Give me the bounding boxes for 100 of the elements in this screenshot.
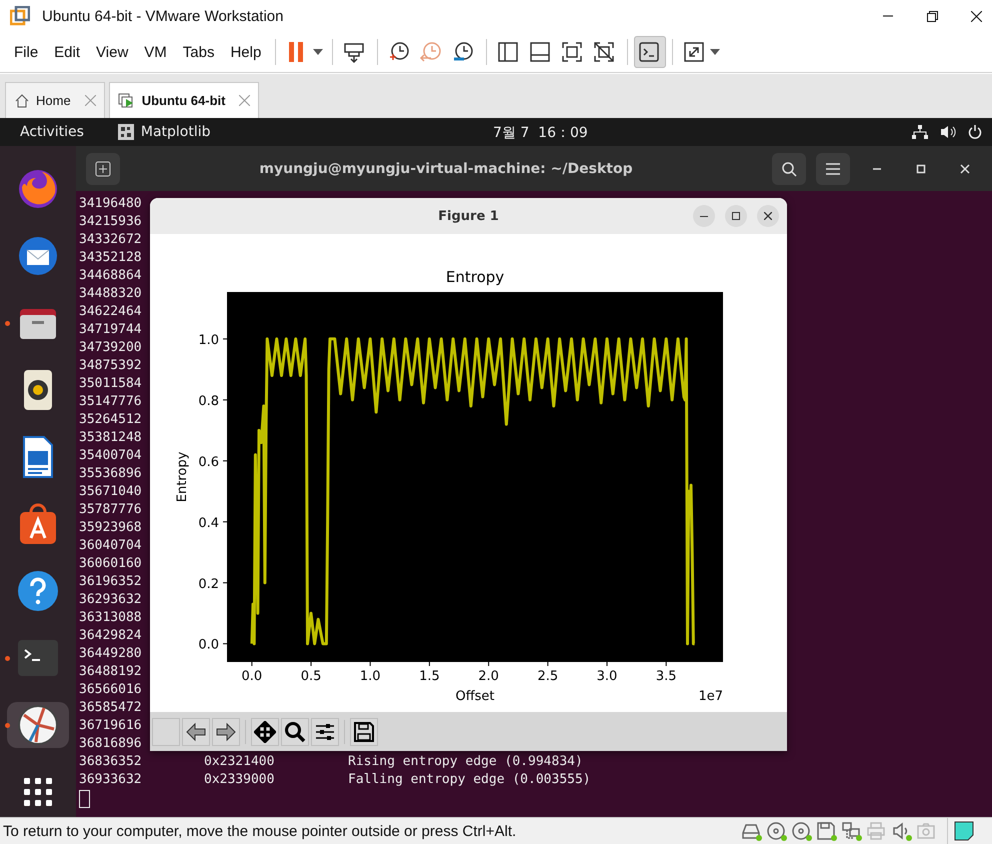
tab[interactable]: Ubuntu 64-bit [108,82,260,118]
terminal-text: 36836352 [79,753,142,771]
terminal-text: 36449280 [79,645,142,663]
chart-wheel-icon [16,703,60,747]
terminal-text: Falling entropy edge (0.003555) [348,771,591,789]
window-title: Ubuntu 64-bit - VMware Workstation [42,8,284,24]
new-tab-button[interactable] [86,152,120,184]
caret-icon [313,49,324,55]
device-status[interactable] [766,821,786,841]
close-icon [960,164,970,174]
power-icon [968,125,982,139]
dock-item[interactable] [7,702,69,748]
close-tab-button[interactable] [84,95,96,106]
app-name[interactable]: Matplotlib [140,124,211,140]
plot-tool-button[interactable] [251,718,279,746]
terminal-text: 36566016 [79,681,142,699]
panel-icon [528,40,552,64]
restore-icon [926,10,938,22]
terminal-text: 36040704 [79,537,142,555]
terminal-text: 36719616 [79,717,142,735]
terminal-text: 36933632 [79,771,142,789]
network-icon [841,821,861,841]
disc-icon [791,821,811,841]
sidebar-icon [496,40,520,64]
terminal-text: 36060160 [79,555,142,573]
search-icon [284,720,306,742]
network-icon [912,125,928,139]
terminal-text: 34332672 [79,231,142,249]
terminal-text: 34739200 [79,339,142,357]
terminal-text: 34719744 [79,321,142,339]
plot-tool-button[interactable] [212,718,240,746]
caret-icon [710,49,720,55]
search-icon [781,160,797,176]
minimize-icon [872,168,882,170]
left-arrow-icon [185,720,207,742]
menu-item[interactable]: Edit [46,40,88,64]
menu-item[interactable]: VM [136,40,175,64]
toolbar-button[interactable] [634,36,666,68]
menu-item[interactable]: Tabs [174,40,222,64]
terminal-text: 34196480 [79,195,142,213]
device-status[interactable] [791,821,811,841]
crossed-window-icon [592,40,616,64]
clock[interactable]: 7월 7 16：09 [493,124,588,142]
maximize-icon [916,164,926,174]
terminal-text: 34875392 [79,357,142,375]
chart-title: Entropy [446,268,504,286]
plot-tool-button[interactable] [350,718,378,746]
tab-label: Ubuntu 64-bit [142,93,226,108]
status-message: To return to your computer, move the mouse pointer outside or press Ctrl+Alt. [3,822,518,840]
x-tick-label: 1.5 [419,669,440,684]
terminal-text: 0x2321400 [204,753,274,771]
terminal-text: 35011584 [79,375,142,393]
menu-item[interactable]: File [6,40,46,64]
disc-icon [766,821,786,841]
note-icon [954,821,974,841]
x-tick-label: 2.0 [478,669,499,684]
x-axis-label: Offset [455,689,495,704]
mail-bird-icon [16,234,60,278]
terminal-text: 34215936 [79,213,142,231]
close-icon [239,95,250,106]
y-tick-label: 1.0 [198,332,219,348]
figure-title: Figure 1 [438,208,499,224]
close-icon [764,212,772,220]
y-axis-label: Entropy [175,452,190,502]
x-tick-label: 0.0 [242,669,262,684]
device-status[interactable] [891,821,911,841]
menu-button[interactable] [816,152,850,184]
y-tick-label: 0.4 [198,516,219,531]
menu-item[interactable]: Help [222,40,270,64]
printer-icon [866,821,886,841]
terminal-text: 35536896 [79,465,142,483]
volume-icon [940,125,956,139]
terminal-text: 34352128 [79,249,142,267]
plot-tool-button[interactable] [311,718,339,746]
close-tab-button[interactable] [239,95,250,106]
search-button[interactable] [772,152,806,184]
text-cursor [79,790,90,808]
plot-tool-button[interactable] [182,718,210,746]
close-button[interactable] [757,205,779,227]
activities-button[interactable]: Activities [20,124,84,140]
close-icon [970,10,982,22]
tab[interactable]: Home [5,82,105,118]
menu-icon [826,162,840,174]
terminal-text: 36313088 [79,609,142,627]
terminal-text: 35381248 [79,429,142,447]
device-status[interactable] [841,821,861,841]
camera-icon [916,821,936,841]
close-icon [84,95,96,106]
x-tick-label: 0.5 [300,669,322,684]
plot-tool-button[interactable] [281,718,309,746]
device-status[interactable] [816,821,836,841]
app-logo-icon [10,6,30,26]
menu-item[interactable]: View [88,40,136,64]
x-multiplier-label: 1e7 [698,689,723,704]
right-arrow-icon [215,720,237,742]
clock-icon [419,40,444,64]
terminal-text: 35400704 [79,447,142,465]
maximize-icon [732,212,740,220]
terminal-text: 0x2339000 [204,771,274,789]
maximize-button[interactable] [725,205,747,227]
